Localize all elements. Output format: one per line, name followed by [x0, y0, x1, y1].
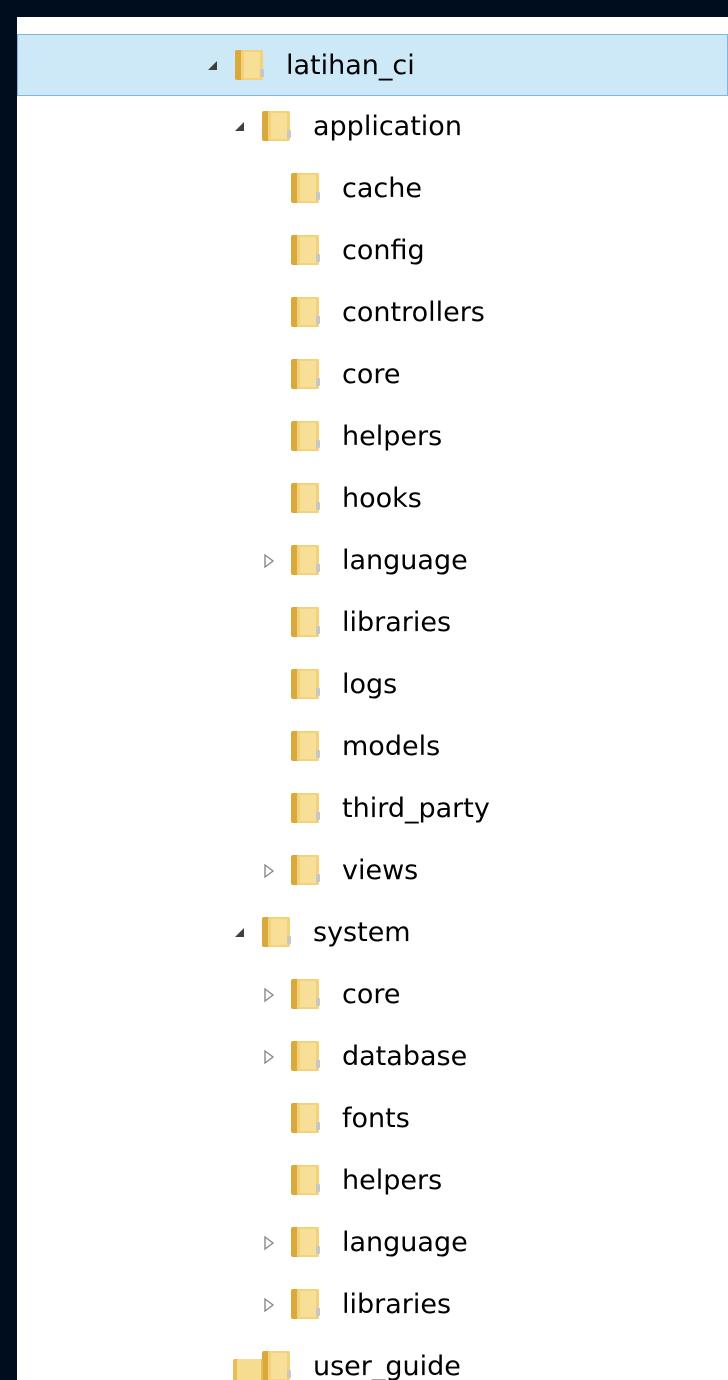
- folder-icon: [288, 1224, 324, 1260]
- folder-icon: [231, 1355, 267, 1380]
- collapsed-triangle-icon[interactable]: [258, 964, 280, 1026]
- folder-icon: [288, 232, 324, 268]
- folder-icon: [259, 914, 295, 950]
- tree-item-label: latihan_ci: [286, 50, 415, 81]
- tree-item-helpers[interactable]: helpers: [17, 406, 728, 468]
- tree-item-label: application: [313, 111, 462, 142]
- tree-item-application[interactable]: application: [17, 96, 728, 158]
- tree-item-label: controllers: [342, 297, 485, 328]
- folder-tree-panel: latihan_ci application cache config controll…: [17, 17, 728, 1380]
- tree-item-label: cache: [342, 173, 422, 204]
- tree-item-label: system: [313, 917, 411, 948]
- tree-item-helpers[interactable]: helpers: [17, 1150, 728, 1212]
- expanded-triangle-icon[interactable]: [229, 96, 251, 158]
- expanded-triangle-icon[interactable]: [229, 902, 251, 964]
- folder-icon: [288, 480, 324, 516]
- folder-icon: [288, 356, 324, 392]
- collapsed-triangle-icon[interactable]: [258, 1212, 280, 1274]
- tree-item-label: core: [342, 359, 401, 390]
- tree-item-label: user_guide: [313, 1351, 461, 1380]
- folder-icon: [288, 170, 324, 206]
- folder-icon: [288, 294, 324, 330]
- expanded-triangle-icon[interactable]: [202, 35, 224, 97]
- tree-item-label: helpers: [342, 1165, 443, 1196]
- tree-item-system[interactable]: system: [17, 902, 728, 964]
- tree-item-label: models: [342, 731, 441, 762]
- folder-icon: [288, 790, 324, 826]
- tree-item-label: libraries: [342, 1289, 452, 1320]
- tree-item-label: language: [342, 1227, 468, 1258]
- tree-item-latihan-ci[interactable]: latihan_ci: [17, 34, 728, 96]
- tree-item-cache[interactable]: cache: [17, 158, 728, 220]
- collapsed-triangle-icon[interactable]: [258, 1274, 280, 1336]
- tree-item-label: fonts: [342, 1103, 410, 1134]
- tree-item-label: libraries: [342, 607, 452, 638]
- folder-icon: [259, 108, 295, 144]
- tree-item-language[interactable]: language: [17, 1212, 728, 1274]
- tree-item-hooks[interactable]: hooks: [17, 468, 728, 530]
- folder-icon: [288, 1162, 324, 1198]
- tree-item-label: views: [342, 855, 419, 886]
- folder-icon: [288, 666, 324, 702]
- tree-item-logs[interactable]: logs: [17, 654, 728, 716]
- tree-item-label: language: [342, 545, 468, 576]
- tree-item-core[interactable]: core: [17, 344, 728, 406]
- folder-icon: [288, 418, 324, 454]
- tree-item-user-guide[interactable]: user_guide: [17, 1336, 728, 1380]
- folder-icon: [288, 542, 324, 578]
- collapsed-triangle-icon[interactable]: [258, 1026, 280, 1088]
- collapsed-triangle-icon[interactable]: [258, 840, 280, 902]
- tree-item-config[interactable]: config: [17, 220, 728, 282]
- folder-icon: [288, 728, 324, 764]
- folder-icon: [288, 852, 324, 888]
- tree-item-database[interactable]: database: [17, 1026, 728, 1088]
- folder-icon: [288, 1100, 324, 1136]
- folder-icon: [288, 1286, 324, 1322]
- tree-item-models[interactable]: models: [17, 716, 728, 778]
- tree-item-controllers[interactable]: controllers: [17, 282, 728, 344]
- folder-icon: [232, 47, 268, 83]
- tree-item-views[interactable]: views: [17, 840, 728, 902]
- tree-item-fonts[interactable]: fonts: [17, 1088, 728, 1150]
- tree-item-third-party[interactable]: third_party: [17, 778, 728, 840]
- tree-item-label: config: [342, 235, 425, 266]
- tree-item-libraries[interactable]: libraries: [17, 1274, 728, 1336]
- tree-item-language[interactable]: language: [17, 530, 728, 592]
- folder-icon: [288, 604, 324, 640]
- collapsed-triangle-icon[interactable]: [258, 530, 280, 592]
- tree-item-label: database: [342, 1041, 468, 1072]
- tree-item-label: hooks: [342, 483, 422, 514]
- tree-item-label: logs: [342, 669, 398, 700]
- folder-icon: [288, 1038, 324, 1074]
- folder-icon: [288, 976, 324, 1012]
- tree-item-label: third_party: [342, 793, 490, 824]
- tree-item-core[interactable]: core: [17, 964, 728, 1026]
- tree-item-label: core: [342, 979, 401, 1010]
- tree-item-label: helpers: [342, 421, 443, 452]
- tree-item-libraries[interactable]: libraries: [17, 592, 728, 654]
